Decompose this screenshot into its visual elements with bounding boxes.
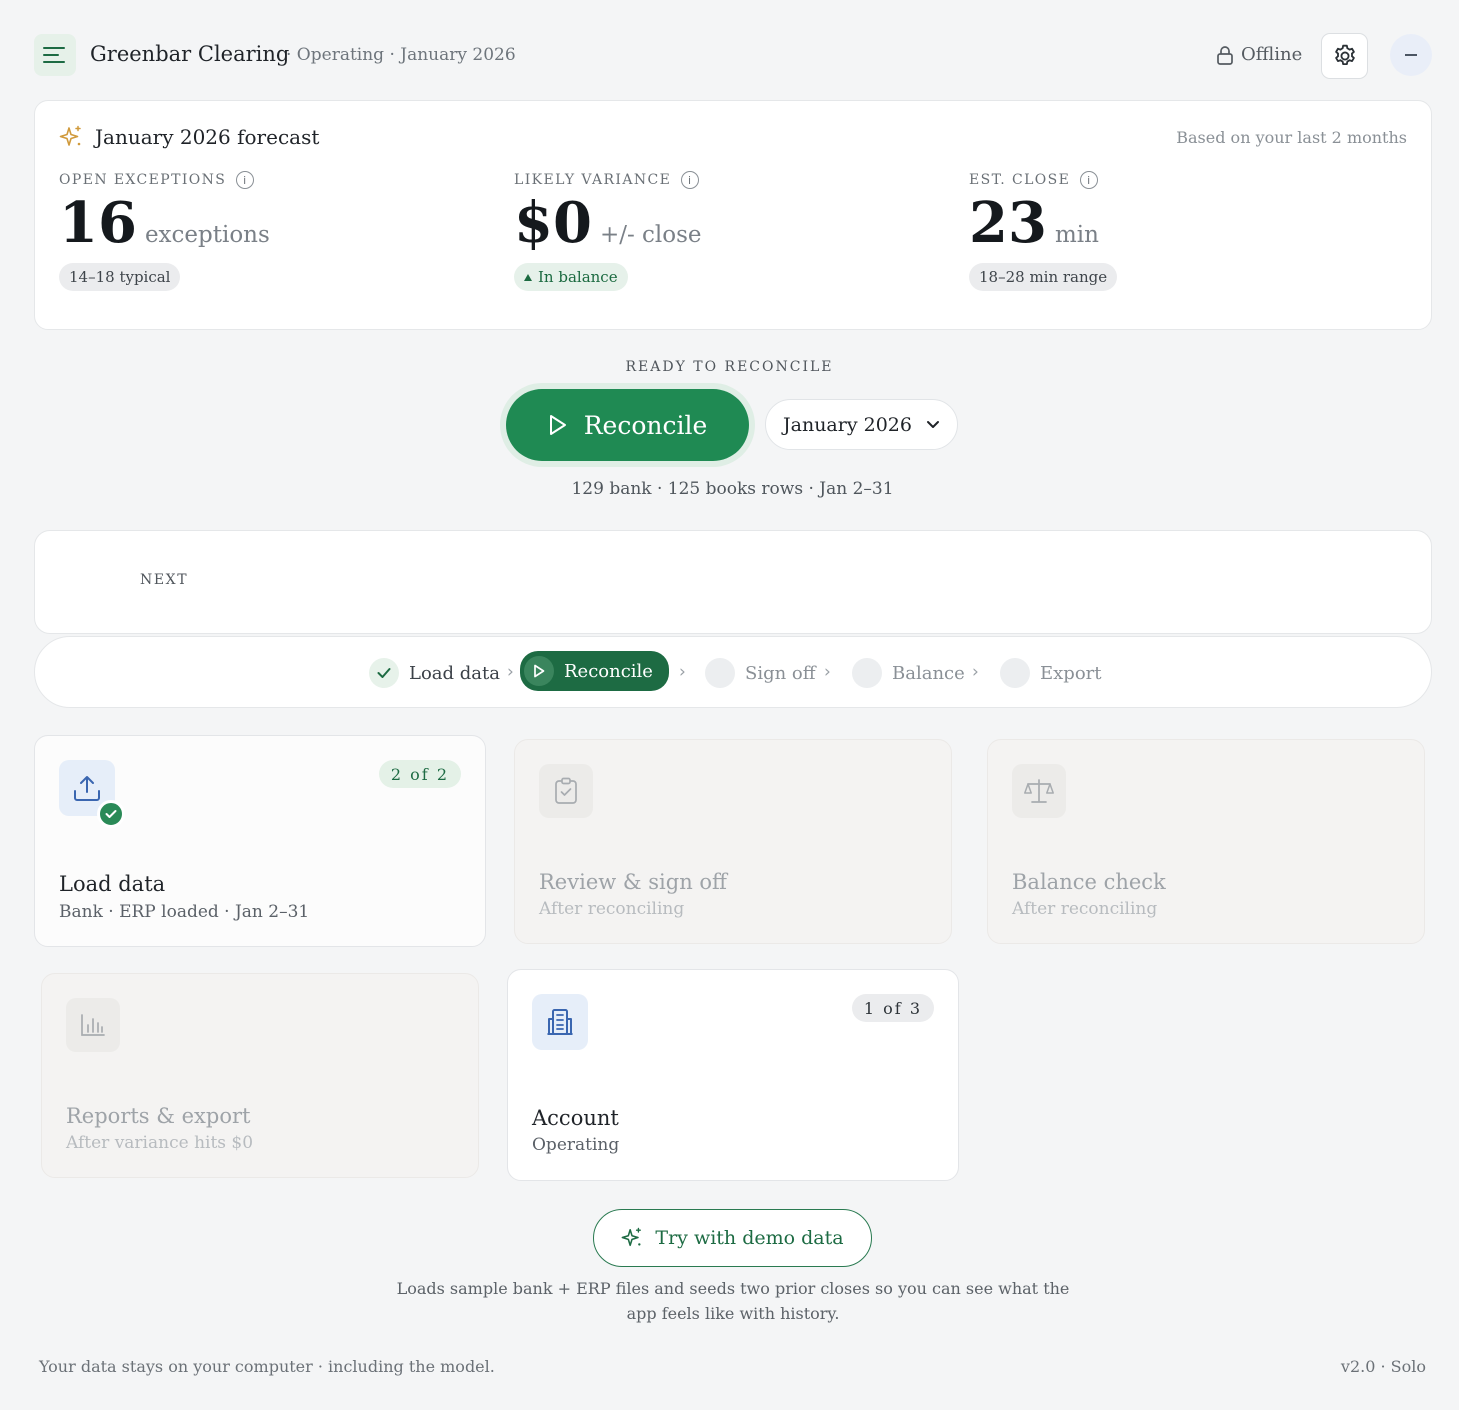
building-icon <box>547 1009 573 1035</box>
tile-title: Reports & export <box>66 1104 251 1128</box>
tile-title: Balance check <box>1012 870 1166 894</box>
next-label: NEXT <box>140 572 189 588</box>
progress-stepper: Load data › Reconcile › Sign off › Balan… <box>34 636 1432 708</box>
tile-subtitle: After variance hits $0 <box>66 1133 254 1153</box>
bar-chart-icon <box>81 1014 105 1036</box>
sparkle-icon <box>59 125 81 146</box>
forecast-card: January 2026 forecast Based on your last… <box>34 100 1432 330</box>
demo-button-label: Try with demo data <box>655 1227 844 1249</box>
in-balance-pill: In balance <box>514 263 628 291</box>
scale-icon <box>1024 779 1054 803</box>
tile-subtitle: Operating <box>532 1135 620 1155</box>
metric-value: 16 <box>59 190 137 256</box>
completed-check-icon <box>97 800 125 828</box>
step-load-data[interactable]: Load data <box>369 655 500 691</box>
info-icon[interactable]: i <box>236 171 255 189</box>
info-icon[interactable]: i <box>681 171 700 189</box>
forecast-title: January 2026 forecast <box>59 125 319 149</box>
account-count-badge: 1 of 3 <box>851 994 934 1022</box>
tile-balance-check: Balance check After reconciling <box>987 739 1425 944</box>
step-label: Export <box>1040 662 1102 684</box>
range-pill: 18–28 min range <box>969 263 1118 291</box>
upload-icon <box>74 776 100 801</box>
metric-label: EST. CLOSE <box>969 172 1071 188</box>
metric-value: 23 <box>969 190 1047 256</box>
metric-est-close: EST. CLOSE i 23 min 18–28 min range <box>969 171 1118 291</box>
triangle-up-icon <box>524 273 532 281</box>
step-label: Balance <box>892 662 965 684</box>
check-icon <box>377 668 391 678</box>
tile-title: Load data <box>59 872 166 896</box>
step-label: Sign off <box>745 662 816 684</box>
tile-load-data[interactable]: 2 of 2 Load data Bank · ERP loaded · Jan… <box>34 735 486 947</box>
tile-review-sign-off: Review & sign off After reconciling <box>514 739 952 944</box>
company-name: Greenbar Clearing <box>90 42 290 66</box>
sparkle-icon <box>622 1227 642 1247</box>
tile-subtitle: After reconciling <box>539 899 685 919</box>
metric-open-exceptions: OPEN EXCEPTIONS i 16 exceptions 14–18 ty… <box>59 171 270 291</box>
chevron-right-icon: › <box>679 662 686 682</box>
offline-label: Offline <box>1241 44 1303 65</box>
reconcile-button-label: Reconcile <box>583 410 708 440</box>
menu-button[interactable] <box>34 34 76 76</box>
info-icon[interactable]: i <box>1080 171 1099 189</box>
header-context: · Operating · January 2026 <box>286 45 516 65</box>
reconcile-button[interactable]: Reconcile <box>506 389 749 461</box>
metric-unit: +/- close <box>599 222 702 248</box>
step-export[interactable]: Export <box>1000 655 1102 691</box>
tile-reports-export: Reports & export After variance hits $0 <box>41 973 479 1178</box>
avatar-dash <box>1405 54 1417 56</box>
month-select[interactable]: January 2026 <box>765 399 958 450</box>
metric-unit: min <box>1054 222 1099 248</box>
clipboard-check-icon <box>555 777 577 804</box>
month-select-value: January 2026 <box>783 413 912 436</box>
lock-icon <box>1217 45 1233 65</box>
settings-button[interactable] <box>1321 33 1368 79</box>
ready-label: READY TO RECONCILE <box>625 359 834 375</box>
forecast-basis: Based on your last 2 months <box>1176 128 1407 147</box>
step-reconcile[interactable]: Reconcile <box>520 651 669 691</box>
chevron-down-icon <box>926 421 939 428</box>
play-icon <box>534 664 545 678</box>
step-pending-dot <box>705 658 735 688</box>
play-icon <box>549 415 566 435</box>
menu-icon <box>43 47 65 63</box>
step-pending-dot <box>852 658 882 688</box>
step-label: Reconcile <box>564 660 653 682</box>
tile-title: Account <box>532 1106 619 1130</box>
tile-title: Review & sign off <box>539 870 727 894</box>
progress-badge: 2 of 2 <box>378 760 461 788</box>
next-card: NEXT <box>34 530 1432 634</box>
tile-subtitle: Bank · ERP loaded · Jan 2–31 <box>59 902 310 922</box>
app-header: Greenbar Clearing · Operating · January … <box>34 33 1432 79</box>
try-demo-data-button[interactable]: Try with demo data <box>593 1209 872 1267</box>
chevron-right-icon: › <box>824 662 831 682</box>
metric-value: $0 <box>514 190 592 256</box>
forecast-title-text: January 2026 forecast <box>95 125 320 149</box>
metric-label: OPEN EXCEPTIONS <box>59 172 227 188</box>
avatar[interactable] <box>1390 34 1432 76</box>
gear-icon <box>1334 44 1355 66</box>
offline-status: Offline <box>1216 44 1302 65</box>
step-sign-off[interactable]: Sign off <box>705 655 816 691</box>
chevron-right-icon: › <box>972 662 979 682</box>
step-label: Load data <box>409 662 500 684</box>
version-label: v2.0 · Solo <box>1340 1357 1426 1376</box>
tile-account[interactable]: 1 of 3 Account Operating <box>507 969 959 1181</box>
tile-subtitle: After reconciling <box>1012 899 1158 919</box>
step-pending-dot <box>1000 658 1030 688</box>
typical-range-pill: 14–18 typical <box>59 263 181 291</box>
demo-description: Loads sample bank + ERP files and seeds … <box>396 1279 1070 1323</box>
privacy-note: Your data stays on your computer · inclu… <box>39 1357 495 1376</box>
metric-likely-variance: LIKELY VARIANCE i $0 +/- close In balanc… <box>514 171 702 291</box>
rows-info: 129 bank · 125 books rows · Jan 2–31 <box>571 479 894 499</box>
chevron-right-icon: › <box>507 662 514 682</box>
metric-label: LIKELY VARIANCE <box>514 172 672 188</box>
metric-unit: exceptions <box>144 222 270 248</box>
step-balance[interactable]: Balance <box>852 655 965 691</box>
